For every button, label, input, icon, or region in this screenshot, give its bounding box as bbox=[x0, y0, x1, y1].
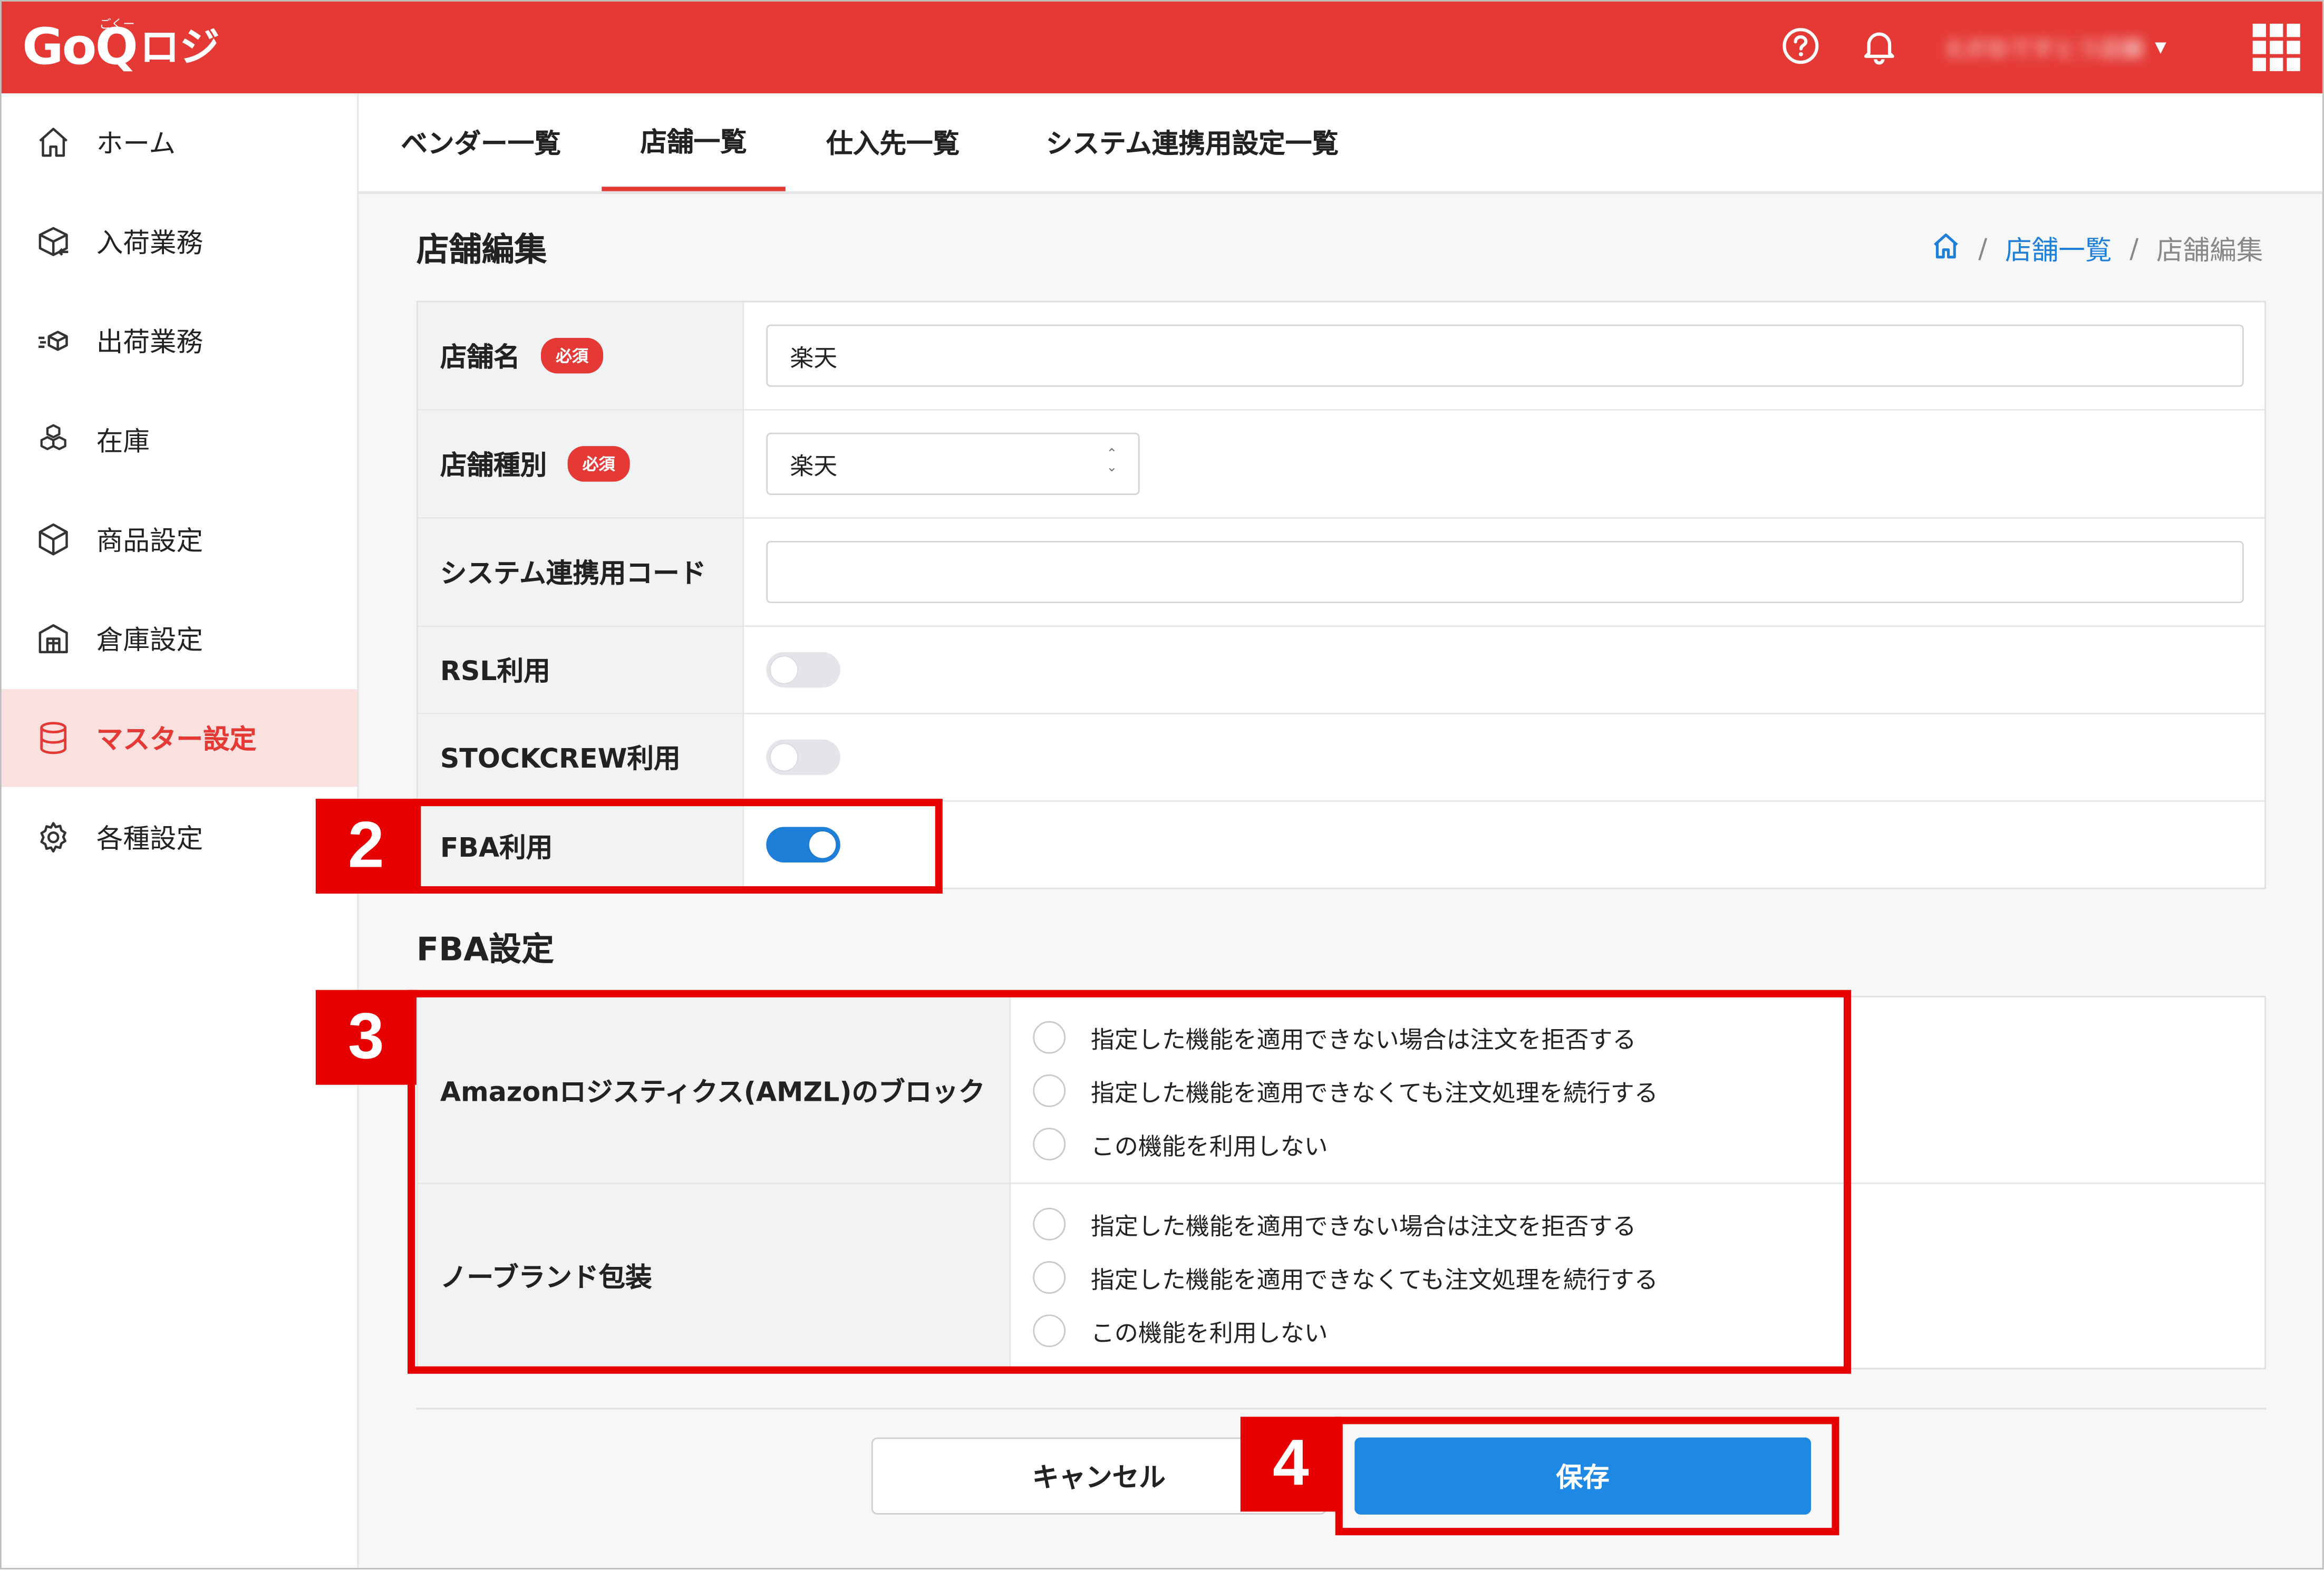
sidebar-item-product-settings[interactable]: 商品設定 bbox=[2, 490, 357, 588]
sidebar-item-label: 各種設定 bbox=[96, 823, 204, 855]
gear-icon bbox=[34, 818, 73, 857]
sidebar-item-receiving[interactable]: 入荷業務 bbox=[2, 192, 357, 290]
breadcrumb-separator: / bbox=[1978, 233, 1988, 265]
logo-ruby: ごくー bbox=[99, 17, 135, 32]
form-row-store-name: 店舗名 必須 楽天 bbox=[418, 302, 2265, 411]
sidebar-item-label: 在庫 bbox=[96, 427, 150, 458]
fba-section-title: FBA設定 bbox=[416, 932, 554, 970]
box-arrow-in-icon bbox=[34, 222, 73, 261]
boxes-icon bbox=[34, 421, 73, 459]
sidebar-item-label: ホーム bbox=[96, 129, 176, 160]
sidebar-item-various-settings[interactable]: 各種設定 bbox=[2, 788, 357, 886]
select-arrows-icon: ⌃ ⌄ bbox=[1106, 447, 1118, 476]
stockcrew-toggle[interactable] bbox=[766, 739, 840, 776]
sidebar-item-home[interactable]: ホーム bbox=[2, 93, 357, 191]
store-name-label: 店舗名 bbox=[440, 342, 520, 374]
home-icon bbox=[34, 123, 73, 161]
tab-store-list[interactable]: 店舗一覧 bbox=[602, 93, 786, 191]
form-label: RSL利用 bbox=[418, 627, 744, 713]
breadcrumb-separator: / bbox=[2129, 233, 2139, 265]
form-label: 店舗名 必須 bbox=[418, 302, 744, 409]
toggle-knob bbox=[770, 744, 798, 771]
sidebar-item-label: 商品設定 bbox=[96, 526, 204, 557]
chevron-down-icon: ▼ bbox=[2155, 39, 2166, 56]
breadcrumb-current: 店舗編集 bbox=[2156, 235, 2263, 267]
sidebar-item-shipping[interactable]: 出荷業務 bbox=[2, 292, 357, 390]
form-row-rsl: RSL利用 bbox=[418, 627, 2265, 714]
user-name: えがおですとう店舗 bbox=[1943, 35, 2143, 62]
form-label: 店舗種別 必須 bbox=[418, 410, 744, 518]
required-badge: 必須 bbox=[567, 446, 630, 482]
store-type-label: 店舗種別 bbox=[440, 450, 547, 482]
sidebar: ホーム 入荷業務 出荷業務 在庫 商品設定 倉庫設定 マスター設定 各種設定 bbox=[1, 93, 359, 1568]
sidebar-item-inventory[interactable]: 在庫 bbox=[2, 391, 357, 489]
cube-icon bbox=[34, 520, 73, 559]
form-row-store-type: 店舗種別 必須 楽天 ⌃ ⌄ bbox=[418, 410, 2265, 519]
form-label: システム連携用コード bbox=[418, 518, 744, 626]
bell-icon[interactable] bbox=[1855, 22, 1903, 70]
top-header: ごくー GoQ ロジ えがおですとう店舗 ▼ bbox=[1, 1, 2322, 94]
tab-vendor-list[interactable]: ベンダー一覧 bbox=[373, 93, 588, 191]
sidebar-item-label: 倉庫設定 bbox=[96, 625, 204, 657]
sidebar-item-label: マスター設定 bbox=[96, 724, 257, 756]
system-code-input[interactable] bbox=[766, 541, 2244, 604]
highlight-box-step3 bbox=[408, 990, 1851, 1374]
step-badge-3: 3 bbox=[315, 990, 417, 1085]
sidebar-item-warehouse-settings[interactable]: 倉庫設定 bbox=[2, 590, 357, 688]
required-badge: 必須 bbox=[541, 337, 604, 374]
sidebar-item-label: 出荷業務 bbox=[96, 327, 204, 359]
tab-supplier-list[interactable]: 仕入先一覧 bbox=[800, 93, 985, 191]
step-badge-2: 2 bbox=[315, 799, 417, 894]
form-row-system-code: システム連携用コード bbox=[418, 518, 2265, 627]
breadcrumb-link-store-list[interactable]: 店舗一覧 bbox=[2005, 230, 2112, 268]
highlight-box-step4 bbox=[1335, 1417, 1839, 1536]
box-fast-icon bbox=[34, 322, 73, 360]
step-badge-4: 4 bbox=[1240, 1417, 1341, 1512]
page-title: 店舗編集 bbox=[416, 232, 547, 270]
store-name-input[interactable]: 楽天 bbox=[766, 324, 2244, 387]
home-icon[interactable] bbox=[1931, 230, 1960, 267]
breadcrumb: / 店舗一覧 / 店舗編集 bbox=[1931, 230, 2263, 268]
divider bbox=[416, 1408, 2267, 1410]
logo-kana: ロジ bbox=[139, 25, 220, 71]
store-type-value: 楽天 bbox=[790, 452, 838, 480]
sidebar-item-label: 入荷業務 bbox=[96, 228, 204, 259]
rsl-toggle[interactable] bbox=[766, 652, 840, 688]
sidebar-item-master-settings[interactable]: マスター設定 bbox=[1, 689, 357, 787]
tab-system-integration-list[interactable]: システム連携用設定一覧 bbox=[1011, 93, 1374, 191]
logo[interactable]: ごくー GoQ ロジ bbox=[22, 18, 219, 77]
app-grid-icon[interactable] bbox=[2251, 22, 2302, 73]
help-icon[interactable] bbox=[1777, 22, 1824, 70]
database-icon bbox=[34, 719, 73, 757]
highlight-box-step2 bbox=[413, 799, 943, 894]
toggle-knob bbox=[770, 656, 798, 683]
user-menu[interactable]: えがおですとう店舗 ▼ bbox=[1943, 28, 2202, 66]
store-type-select[interactable]: 楽天 ⌃ ⌄ bbox=[766, 432, 1140, 495]
form-row-stockcrew: STOCKCREW利用 bbox=[418, 714, 2265, 802]
tab-bar: ベンダー一覧 店舗一覧 仕入先一覧 システム連携用設定一覧 bbox=[359, 93, 2322, 195]
form-label: STOCKCREW利用 bbox=[418, 714, 744, 800]
warehouse-icon bbox=[34, 619, 73, 658]
